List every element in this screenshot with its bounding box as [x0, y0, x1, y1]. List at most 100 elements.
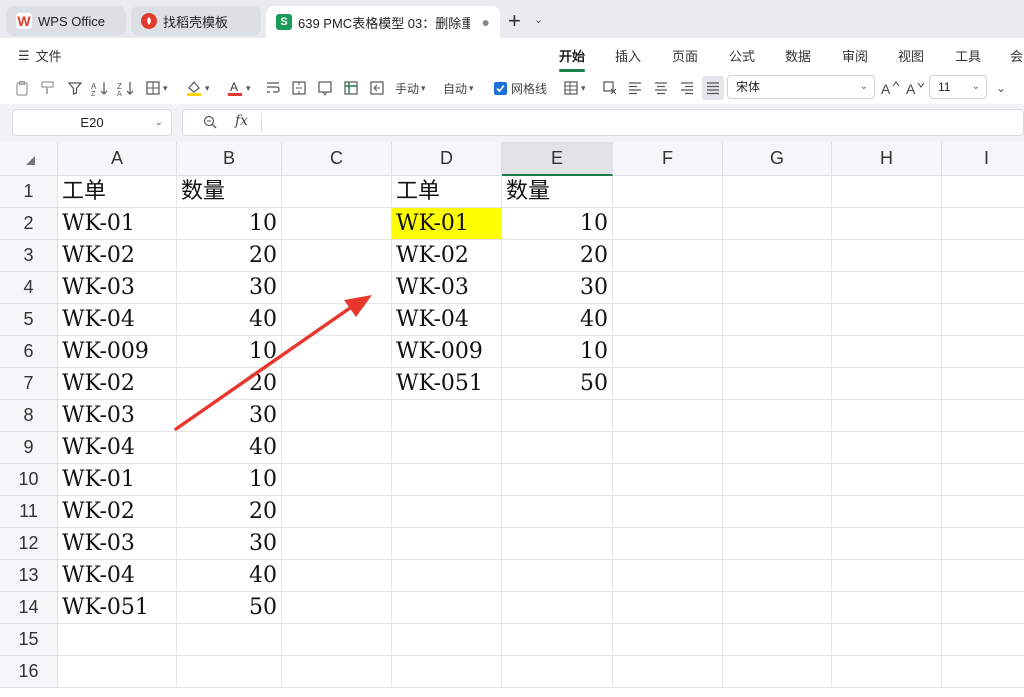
cell-d9[interactable]: [392, 432, 502, 464]
row-header-5[interactable]: 5: [0, 304, 58, 336]
cell-h7[interactable]: [832, 368, 942, 400]
cell-i5[interactable]: [942, 304, 1024, 336]
font-size-select[interactable]: 11 ⌄: [929, 75, 987, 99]
menu-formula[interactable]: 公式: [729, 46, 755, 65]
cell-h13[interactable]: [832, 560, 942, 592]
cell-i12[interactable]: [942, 528, 1024, 560]
column-header-b[interactable]: B: [177, 142, 282, 176]
cell-g5[interactable]: [723, 304, 832, 336]
cell-d12[interactable]: [392, 528, 502, 560]
cell-e15[interactable]: [502, 624, 613, 656]
sort-ascending-icon[interactable]: AZ: [91, 78, 109, 98]
cell-f4[interactable]: [613, 272, 723, 304]
cell-e1[interactable]: 数量: [502, 176, 613, 208]
cell-i14[interactable]: [942, 592, 1024, 624]
cell-f10[interactable]: [613, 464, 723, 496]
cell-h15[interactable]: [832, 624, 942, 656]
cell-g12[interactable]: [723, 528, 832, 560]
align-right-icon[interactable]: [680, 78, 694, 98]
cell-d13[interactable]: [392, 560, 502, 592]
cell-h4[interactable]: [832, 272, 942, 304]
cell-b3[interactable]: 20: [177, 240, 282, 272]
cell-h6[interactable]: [832, 336, 942, 368]
align-center-icon[interactable]: [654, 78, 668, 98]
cell-e7[interactable]: 50: [502, 368, 613, 400]
cell-e13[interactable]: [502, 560, 613, 592]
cell-g9[interactable]: [723, 432, 832, 464]
cell-f11[interactable]: [613, 496, 723, 528]
cell-g14[interactable]: [723, 592, 832, 624]
decrease-font-icon[interactable]: A: [906, 78, 924, 98]
cell-f2[interactable]: [613, 208, 723, 240]
borders-icon[interactable]: ▾: [145, 78, 168, 98]
cell-c2[interactable]: [282, 208, 392, 240]
indent-icon[interactable]: [369, 78, 385, 98]
wrap-text-icon[interactable]: [265, 78, 281, 98]
cell-d1[interactable]: 工单: [392, 176, 502, 208]
column-header-f[interactable]: F: [613, 142, 723, 176]
clear-format-icon[interactable]: [602, 78, 618, 98]
cell-g11[interactable]: [723, 496, 832, 528]
cell-a15[interactable]: [58, 624, 177, 656]
name-box[interactable]: E20 ⌄: [12, 109, 172, 136]
cell-c8[interactable]: [282, 400, 392, 432]
cell-g7[interactable]: [723, 368, 832, 400]
cell-c9[interactable]: [282, 432, 392, 464]
cell-a11[interactable]: WK-02: [58, 496, 177, 528]
chevron-down-icon[interactable]: ⌄: [534, 13, 543, 26]
cell-a8[interactable]: WK-03: [58, 400, 177, 432]
new-tab-plus-icon[interactable]: +: [508, 8, 521, 34]
cell-a13[interactable]: WK-04: [58, 560, 177, 592]
cell-i8[interactable]: [942, 400, 1024, 432]
cell-i3[interactable]: [942, 240, 1024, 272]
row-header-7[interactable]: 7: [0, 368, 58, 400]
cell-d3[interactable]: WK-02: [392, 240, 502, 272]
cell-h3[interactable]: [832, 240, 942, 272]
cell-c14[interactable]: [282, 592, 392, 624]
cell-b15[interactable]: [177, 624, 282, 656]
cell-c5[interactable]: [282, 304, 392, 336]
more-options-chevron-icon[interactable]: ⌄: [996, 78, 1006, 98]
row-header-13[interactable]: 13: [0, 560, 58, 592]
filter-icon[interactable]: [67, 78, 83, 98]
cell-i15[interactable]: [942, 624, 1024, 656]
unsaved-dot-icon[interactable]: ●: [482, 14, 490, 30]
spreadsheet-grid[interactable]: A B C D E F G H I 1 工单 数量 工单 数量 2 WK-01 10 WK-01 10 3 WK-02 2…: [0, 142, 1024, 697]
cell-h14[interactable]: [832, 592, 942, 624]
menu-review[interactable]: 审阅: [842, 46, 868, 65]
cell-b5[interactable]: 40: [177, 304, 282, 336]
cell-g10[interactable]: [723, 464, 832, 496]
cell-c3[interactable]: [282, 240, 392, 272]
cell-a16[interactable]: [58, 656, 177, 688]
cell-g15[interactable]: [723, 624, 832, 656]
format-painter-icon[interactable]: [40, 78, 56, 98]
menu-more[interactable]: 会: [1010, 46, 1023, 65]
cell-a6[interactable]: WK-009: [58, 336, 177, 368]
cell-f13[interactable]: [613, 560, 723, 592]
menu-view[interactable]: 视图: [898, 46, 924, 65]
cell-h9[interactable]: [832, 432, 942, 464]
cell-c10[interactable]: [282, 464, 392, 496]
cell-a7[interactable]: WK-02: [58, 368, 177, 400]
row-header-9[interactable]: 9: [0, 432, 58, 464]
tab-docer-templates[interactable]: 找稻壳模板: [131, 6, 261, 36]
cell-a3[interactable]: WK-02: [58, 240, 177, 272]
row-header-14[interactable]: 14: [0, 592, 58, 624]
cell-i6[interactable]: [942, 336, 1024, 368]
column-header-d[interactable]: D: [392, 142, 502, 176]
cell-f14[interactable]: [613, 592, 723, 624]
cell-f3[interactable]: [613, 240, 723, 272]
cell-b7[interactable]: 20: [177, 368, 282, 400]
cell-e16[interactable]: [502, 656, 613, 688]
sort-descending-icon[interactable]: ZA: [117, 78, 135, 98]
cell-a5[interactable]: WK-04: [58, 304, 177, 336]
cell-a12[interactable]: WK-03: [58, 528, 177, 560]
cell-d8[interactable]: [392, 400, 502, 432]
cell-c6[interactable]: [282, 336, 392, 368]
cell-d5[interactable]: WK-04: [392, 304, 502, 336]
cell-c4[interactable]: [282, 272, 392, 304]
cell-b1[interactable]: 数量: [177, 176, 282, 208]
cell-i1[interactable]: [942, 176, 1024, 208]
cell-b12[interactable]: 30: [177, 528, 282, 560]
cell-h10[interactable]: [832, 464, 942, 496]
